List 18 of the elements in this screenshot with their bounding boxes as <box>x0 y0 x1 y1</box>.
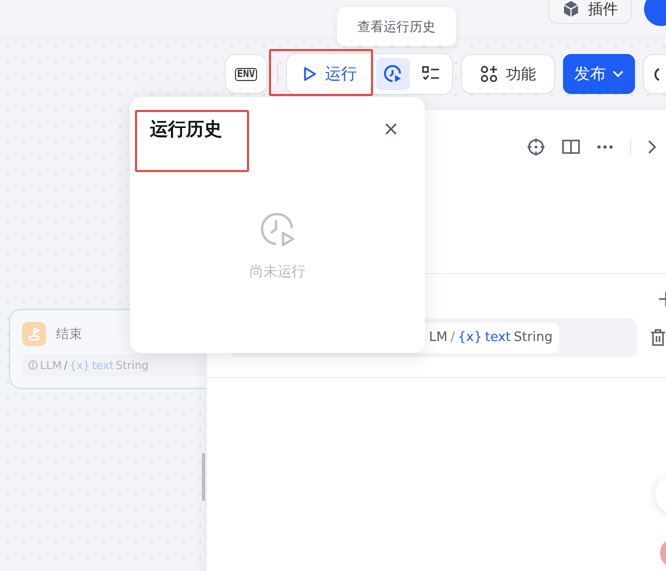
variable-name: text <box>92 358 114 372</box>
node-title: 结束 <box>56 326 82 343</box>
source-label: LM <box>429 330 448 345</box>
type-label: String <box>514 330 553 345</box>
type-label: String <box>116 358 149 372</box>
tooltip: 查看运行历史 <box>337 7 456 46</box>
source-label: LLM <box>40 358 62 372</box>
empty-message: 尚未运行 <box>250 263 306 281</box>
env-button[interactable]: ENV <box>225 54 267 94</box>
separator-label: / <box>450 330 455 345</box>
separator-label: / <box>64 358 68 372</box>
plugin-button[interactable]: 插件 <box>548 0 632 24</box>
popup-title: 运行历史 <box>150 118 222 141</box>
variable-name: text <box>485 330 511 345</box>
publish-button[interactable]: 发布 <box>563 54 635 94</box>
variable-label: {x} <box>69 358 90 372</box>
features-button[interactable]: 功能 <box>461 54 555 94</box>
variable-label: {x} <box>458 330 482 345</box>
